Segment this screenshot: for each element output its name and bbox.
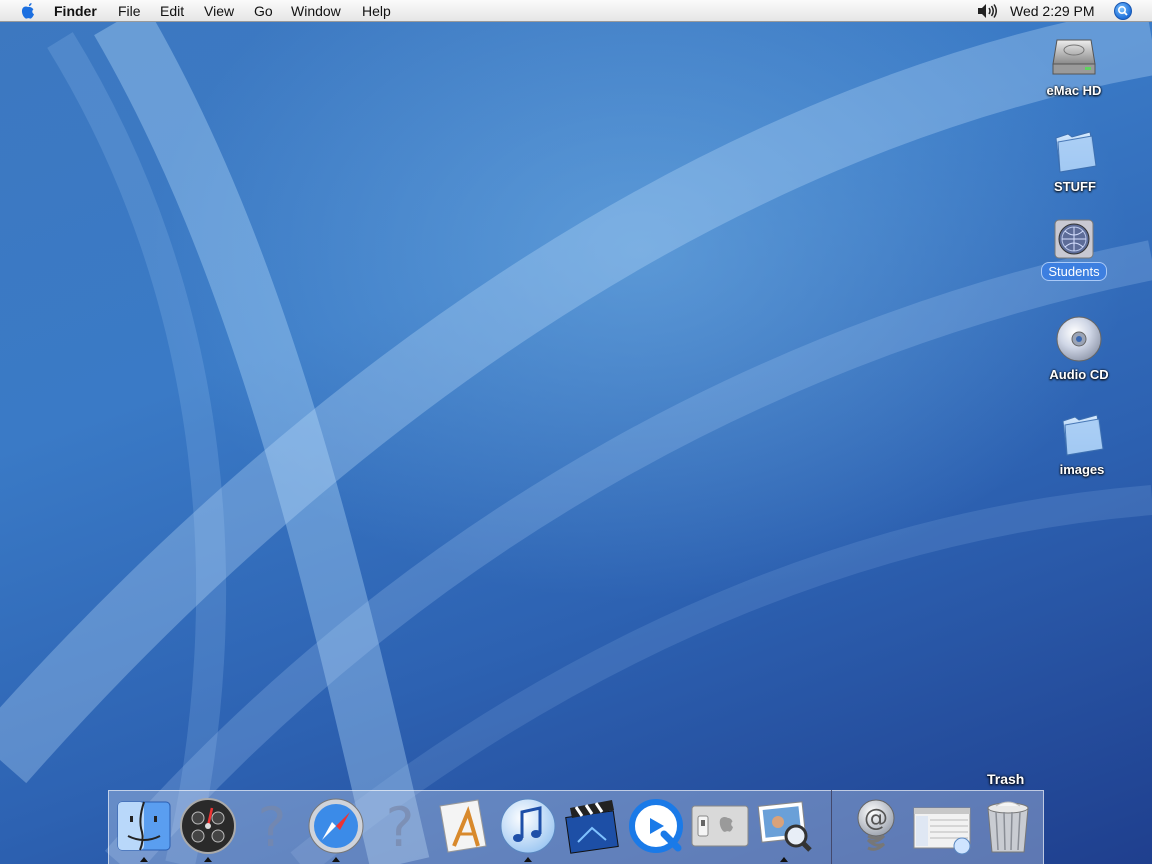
menu-file[interactable]: File: [118, 3, 141, 19]
trash-icon: [987, 801, 1029, 853]
svg-text:?: ?: [386, 796, 415, 856]
dock-quicktime[interactable]: [626, 796, 686, 856]
menu-view[interactable]: View: [204, 3, 234, 19]
missing-app-icon: ?: [258, 796, 287, 859]
menu-window[interactable]: Window: [291, 3, 341, 19]
dock-textedit[interactable]: [434, 796, 494, 856]
missing-app-icon: ?: [386, 796, 415, 859]
running-indicator: [524, 857, 532, 862]
menu-go[interactable]: Go: [254, 3, 273, 19]
svg-text:@: @: [864, 804, 888, 832]
itunes-window-icon: [913, 807, 971, 855]
dock-finder[interactable]: [114, 796, 174, 856]
running-indicator: [780, 857, 788, 862]
desktop-icon-audio-cd[interactable]: Audio CD: [1034, 314, 1124, 384]
menu-clock[interactable]: Wed 2:29 PM: [1010, 3, 1095, 19]
safari-icon: [308, 798, 364, 854]
dock-safari[interactable]: [306, 796, 366, 856]
volume-icon[interactable]: [976, 3, 998, 19]
desktop-wallpaper: [0, 0, 1152, 864]
audio-cd-icon: [1056, 316, 1102, 362]
running-indicator: [332, 857, 340, 862]
apple-menu-icon[interactable]: [18, 2, 38, 20]
running-indicator: [204, 857, 212, 862]
running-indicator: [140, 857, 148, 862]
dock-system-preferences[interactable]: [690, 796, 750, 856]
finder-icon: [117, 801, 171, 851]
imovie-icon: [565, 800, 619, 854]
folder-icon: [1062, 414, 1104, 456]
desktop-icon-stuff[interactable]: STUFF: [1030, 126, 1120, 196]
dock-missing-app[interactable]: ?: [370, 796, 430, 859]
desktop-icon-label: Audio CD: [1049, 367, 1109, 382]
dock-hover-label: Trash: [987, 771, 1025, 787]
desktop-icon-label: eMac HD: [1046, 83, 1102, 98]
mail-icon: @: [857, 799, 895, 851]
dock-missing-app[interactable]: ?: [242, 796, 302, 859]
dock-itunes[interactable]: [498, 796, 558, 856]
svg-text:?: ?: [258, 796, 287, 856]
menu-edit[interactable]: Edit: [160, 3, 184, 19]
dock-dashboard[interactable]: [178, 796, 238, 856]
itunes-icon: [500, 798, 556, 854]
dock-itunes-window[interactable]: [912, 796, 972, 856]
preview-icon: [757, 801, 812, 852]
dock-trash[interactable]: [978, 796, 1038, 856]
desktop-icon-label: images: [1059, 462, 1105, 477]
dashboard-icon: [180, 798, 236, 854]
folder-icon: [1055, 131, 1097, 173]
system-preferences-icon: [691, 805, 749, 847]
desktop-icon-images[interactable]: images: [1037, 409, 1127, 479]
dock-imovie[interactable]: [562, 796, 622, 856]
menu-bar: Finder File Edit View Go Window Help Wed…: [0, 0, 1152, 22]
textedit-icon: [439, 799, 487, 853]
network-volume-icon: [1054, 219, 1094, 259]
quicktime-icon: [629, 799, 683, 853]
menu-finder[interactable]: Finder: [54, 3, 97, 19]
desktop-icon-students[interactable]: Students: [1029, 218, 1119, 281]
spotlight-icon[interactable]: [1114, 2, 1132, 20]
dock-mail[interactable]: @: [846, 796, 906, 856]
desktop-icon-label: Students: [1041, 262, 1107, 281]
desktop-icon-emac-hd[interactable]: eMac HD: [1029, 30, 1119, 100]
desktop-icon-label: STUFF: [1054, 179, 1096, 194]
menu-help[interactable]: Help: [362, 3, 391, 19]
dock-separator: [831, 790, 832, 864]
dock-preview[interactable]: [754, 796, 814, 856]
hard-disk-icon: [1052, 39, 1096, 75]
